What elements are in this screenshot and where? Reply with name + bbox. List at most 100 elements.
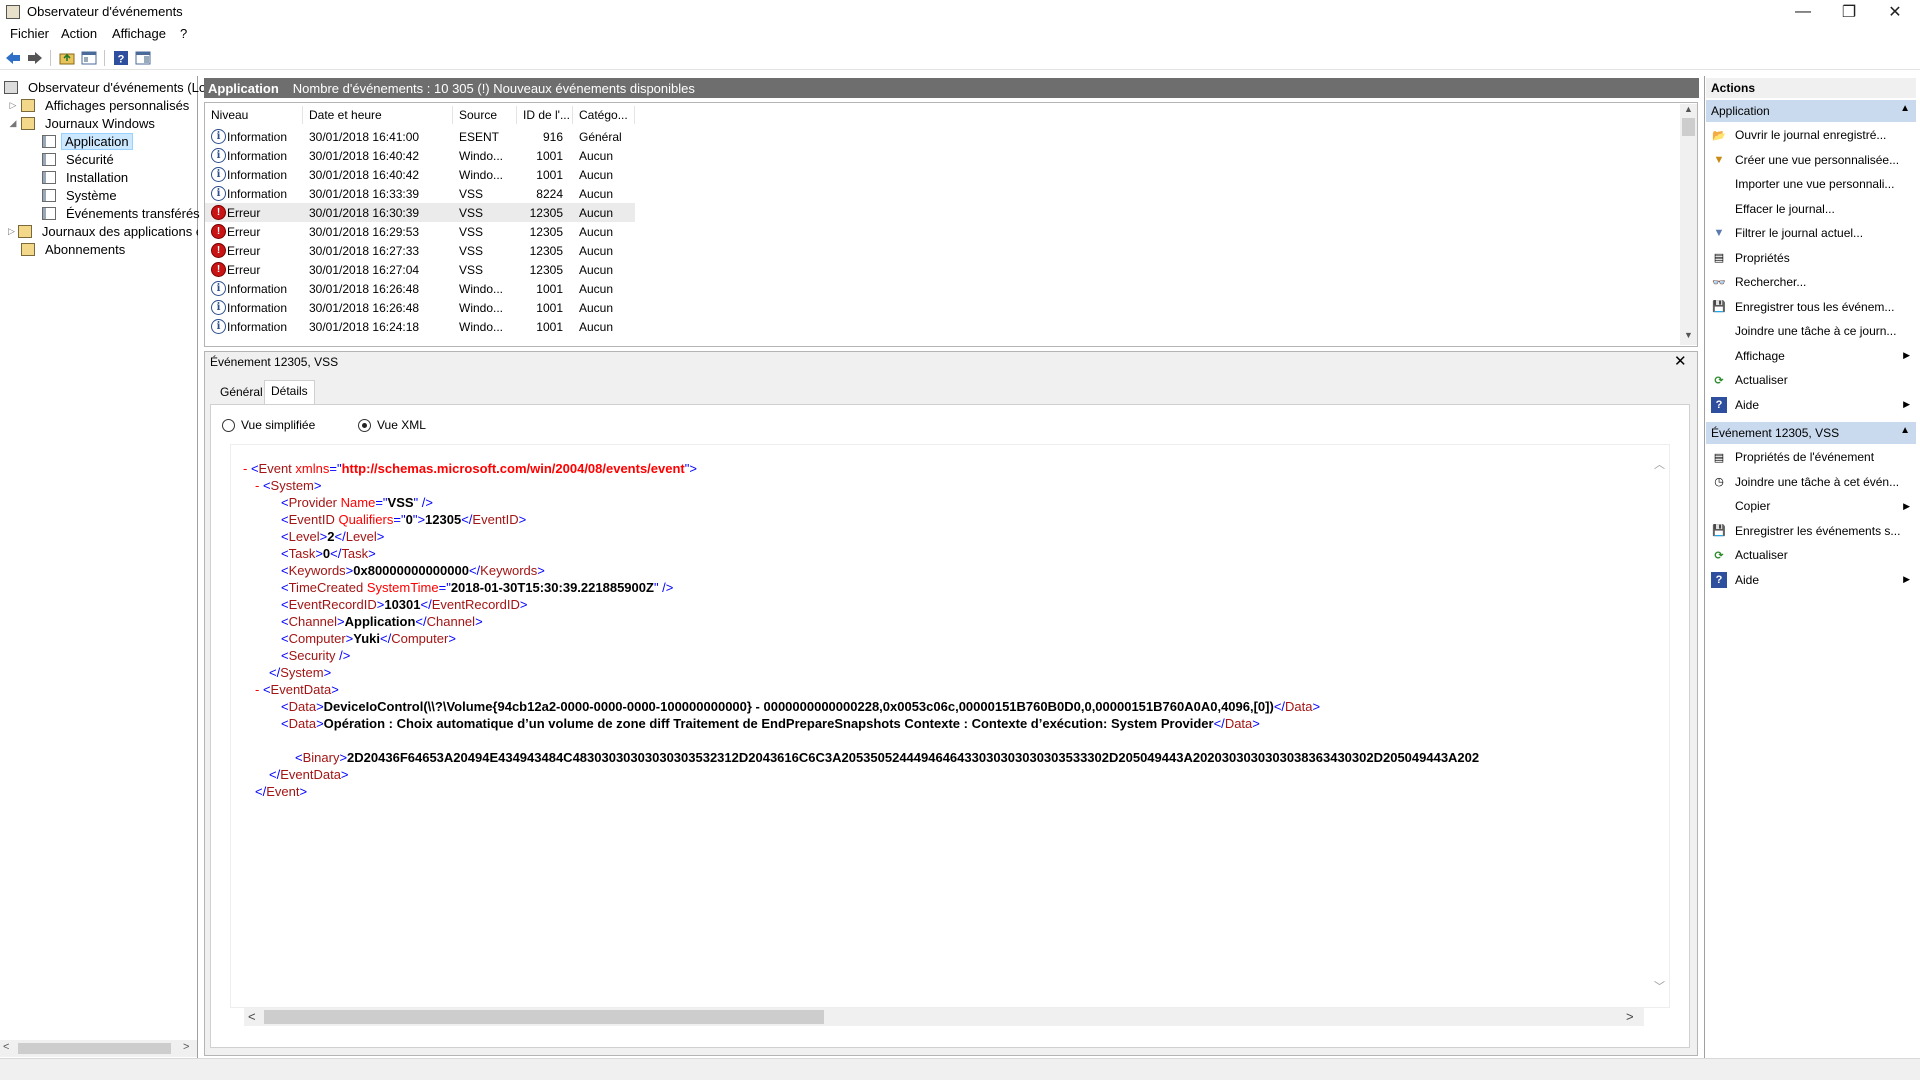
action-item[interactable]: Importer une vue personnali... [1706,173,1916,195]
table-row[interactable]: i Information 30/01/2018 16:26:48 Windo... 1… [205,298,635,317]
chevron-down-icon[interactable]: ﹀ [1654,978,1665,994]
table-row[interactable]: i Information 30/01/2018 16:26:48 Windo... 1… [205,279,635,298]
tree-subscriptions[interactable]: Abonnements [21,240,130,258]
information-icon: i [211,281,226,296]
action-item[interactable]: 💾 Enregistrer les événements s... [1706,520,1916,542]
action-item[interactable]: ▤ Propriétés [1706,247,1916,269]
tree-root[interactable]: Observateur d'événements (Local) [4,78,232,96]
radio-simple-view[interactable]: Vue simplifiée [222,418,315,432]
cell-source: VSS [459,244,484,258]
information-icon: i [211,129,226,144]
action-item[interactable]: ⟳ Actualiser [1706,544,1916,566]
table-row[interactable]: i Information 30/01/2018 16:40:42 Windo... 1… [205,165,635,184]
close-window-button[interactable]: ✕ [1872,0,1918,24]
actions-title: Actions [1706,78,1916,98]
action-item[interactable]: Effacer le journal... [1706,198,1916,220]
event-list-scrollbar[interactable]: ▲ ▼ [1680,104,1697,345]
event-list-scroll-thumb[interactable] [1682,118,1695,136]
action-item[interactable]: ▼ Filtrer le journal actuel... [1706,222,1916,244]
action-item[interactable]: 👓 Rechercher... [1706,271,1916,293]
menu-action[interactable]: Action [61,26,97,41]
tree-horizontal-scrollbar[interactable]: < > [0,1040,197,1057]
table-row[interactable]: ! Erreur 30/01/2018 16:27:04 VSS 12305 Aucun [205,260,635,279]
tree-custom-views[interactable]: ▷ Affichages personnalisés [8,96,194,114]
menu-help[interactable]: ? [180,26,187,41]
task-icon: ◷ [1714,476,1724,488]
tree-log-transferes[interactable]: Événements transférés [42,204,205,222]
chevron-down-icon[interactable]: ◢ [8,118,18,129]
xml-scroll-thumb[interactable] [264,1010,824,1024]
action-item[interactable]: ? Aide ▶ [1706,569,1916,591]
tree-log-securite[interactable]: Sécurité [42,150,119,168]
back-arrow-icon[interactable] [4,49,22,67]
xml-vertical-scrollbar[interactable]: ︿ ﹀ [1652,456,1668,996]
action-item[interactable]: ⟳ Actualiser [1706,369,1916,391]
table-row[interactable]: i Information 30/01/2018 16:40:42 Windo... 1… [205,146,635,165]
action-item[interactable]: Affichage ▶ [1706,345,1916,367]
collapse-icon[interactable]: ▲ [1900,103,1910,114]
scroll-right-icon[interactable]: > [1626,1009,1634,1024]
scroll-down-icon[interactable]: ▼ [1684,330,1693,340]
action-pane-icon[interactable] [134,49,152,67]
table-row[interactable]: i Information 30/01/2018 16:33:39 VSS 8224 Au… [205,184,635,203]
column-date[interactable]: Date et heure [303,106,453,124]
cell-level: Information [227,301,288,315]
radio-on-icon[interactable] [358,418,371,432]
help-icon[interactable]: ? [112,49,130,67]
xml-view[interactable]: - <Event xmlns="http://schemas.microsoft… [230,444,1670,1008]
radio-xml-view[interactable]: Vue XML [358,418,426,432]
action-item[interactable]: 📂 Ouvrir le journal enregistré... [1706,124,1916,146]
up-folder-icon[interactable] [58,49,76,67]
tab-details[interactable]: Détails [264,380,315,405]
table-row[interactable]: ! Erreur 30/01/2018 16:27:33 VSS 12305 Aucun [205,241,635,260]
scroll-right-icon[interactable]: > [183,1041,189,1053]
cell-source: Windo... [459,301,504,315]
action-label: Enregistrer tous les événem... [1735,299,1895,314]
tree-log-installation[interactable]: Installation [42,168,133,186]
actions-section-application[interactable]: Application ▲ [1706,100,1916,122]
tree-windows-logs[interactable]: ◢ Journaux Windows [8,114,160,132]
column-niveau[interactable]: Niveau [205,106,303,124]
action-item[interactable]: ▤ Propriétés de l'événement [1706,446,1916,468]
scroll-up-icon[interactable]: ▲ [1684,104,1693,114]
actions-section-event[interactable]: Événement 12305, VSS ▲ [1706,422,1916,444]
menu-fichier[interactable]: Fichier [10,26,49,41]
table-row[interactable]: ! Erreur 30/01/2018 16:30:39 VSS 12305 Aucun [205,203,635,222]
radio-off-icon[interactable] [222,418,235,432]
chevron-up-icon[interactable]: ︿ [1654,456,1665,472]
action-label: Actualiser [1735,548,1788,562]
maximize-button[interactable]: ❐ [1826,0,1872,24]
tree-log-systeme[interactable]: Système [42,186,122,204]
action-item[interactable]: ? Aide ▶ [1706,394,1916,416]
column-source[interactable]: Source [453,106,517,124]
tree-app-logs[interactable]: ▷ Journaux des applications et de servic… [8,222,198,240]
menu-affichage[interactable]: Affichage [112,26,166,41]
tree-scroll-thumb[interactable] [18,1043,171,1054]
cell-level: Erreur [227,206,261,220]
console-tree-icon[interactable] [80,49,98,67]
tree-log-application[interactable]: Application [42,132,133,150]
chevron-right-icon[interactable]: ▷ [8,100,18,111]
scroll-left-icon[interactable]: < [248,1009,256,1024]
chevron-right-icon[interactable]: ▷ [8,226,15,237]
forward-arrow-icon[interactable] [26,49,44,67]
xml-line-keywords: <Keywords>0x80000000000000</Keywords> [281,563,545,578]
tab-general[interactable]: Général [214,382,269,404]
column-id[interactable]: ID de l'... [517,106,573,124]
action-item[interactable]: Copier ▶ [1706,495,1916,517]
action-item[interactable]: ▼ Créer une vue personnalisée... [1706,149,1916,171]
action-item[interactable]: 💾 Enregistrer tous les événem... [1706,296,1916,318]
action-item[interactable]: Joindre une tâche à ce journ... [1706,320,1916,342]
close-detail-icon[interactable]: ✕ [1674,352,1687,370]
action-item[interactable]: ◷ Joindre une tâche à cet évén... [1706,471,1916,493]
minimize-button[interactable]: — [1780,0,1826,24]
blank-icon [1711,323,1727,339]
cell-level: Information [227,130,288,144]
table-row[interactable]: i Information 30/01/2018 16:24:18 Windo... 1… [205,317,635,336]
collapse-icon[interactable]: ▲ [1900,425,1910,436]
table-row[interactable]: ! Erreur 30/01/2018 16:29:53 VSS 12305 Aucun [205,222,635,241]
table-row[interactable]: i Information 30/01/2018 16:41:00 ESENT 916 G… [205,127,635,146]
column-categorie[interactable]: Catégo... [573,106,635,124]
action-label: Joindre une tâche à cet évén... [1735,474,1900,489]
scroll-left-icon[interactable]: < [3,1041,9,1053]
